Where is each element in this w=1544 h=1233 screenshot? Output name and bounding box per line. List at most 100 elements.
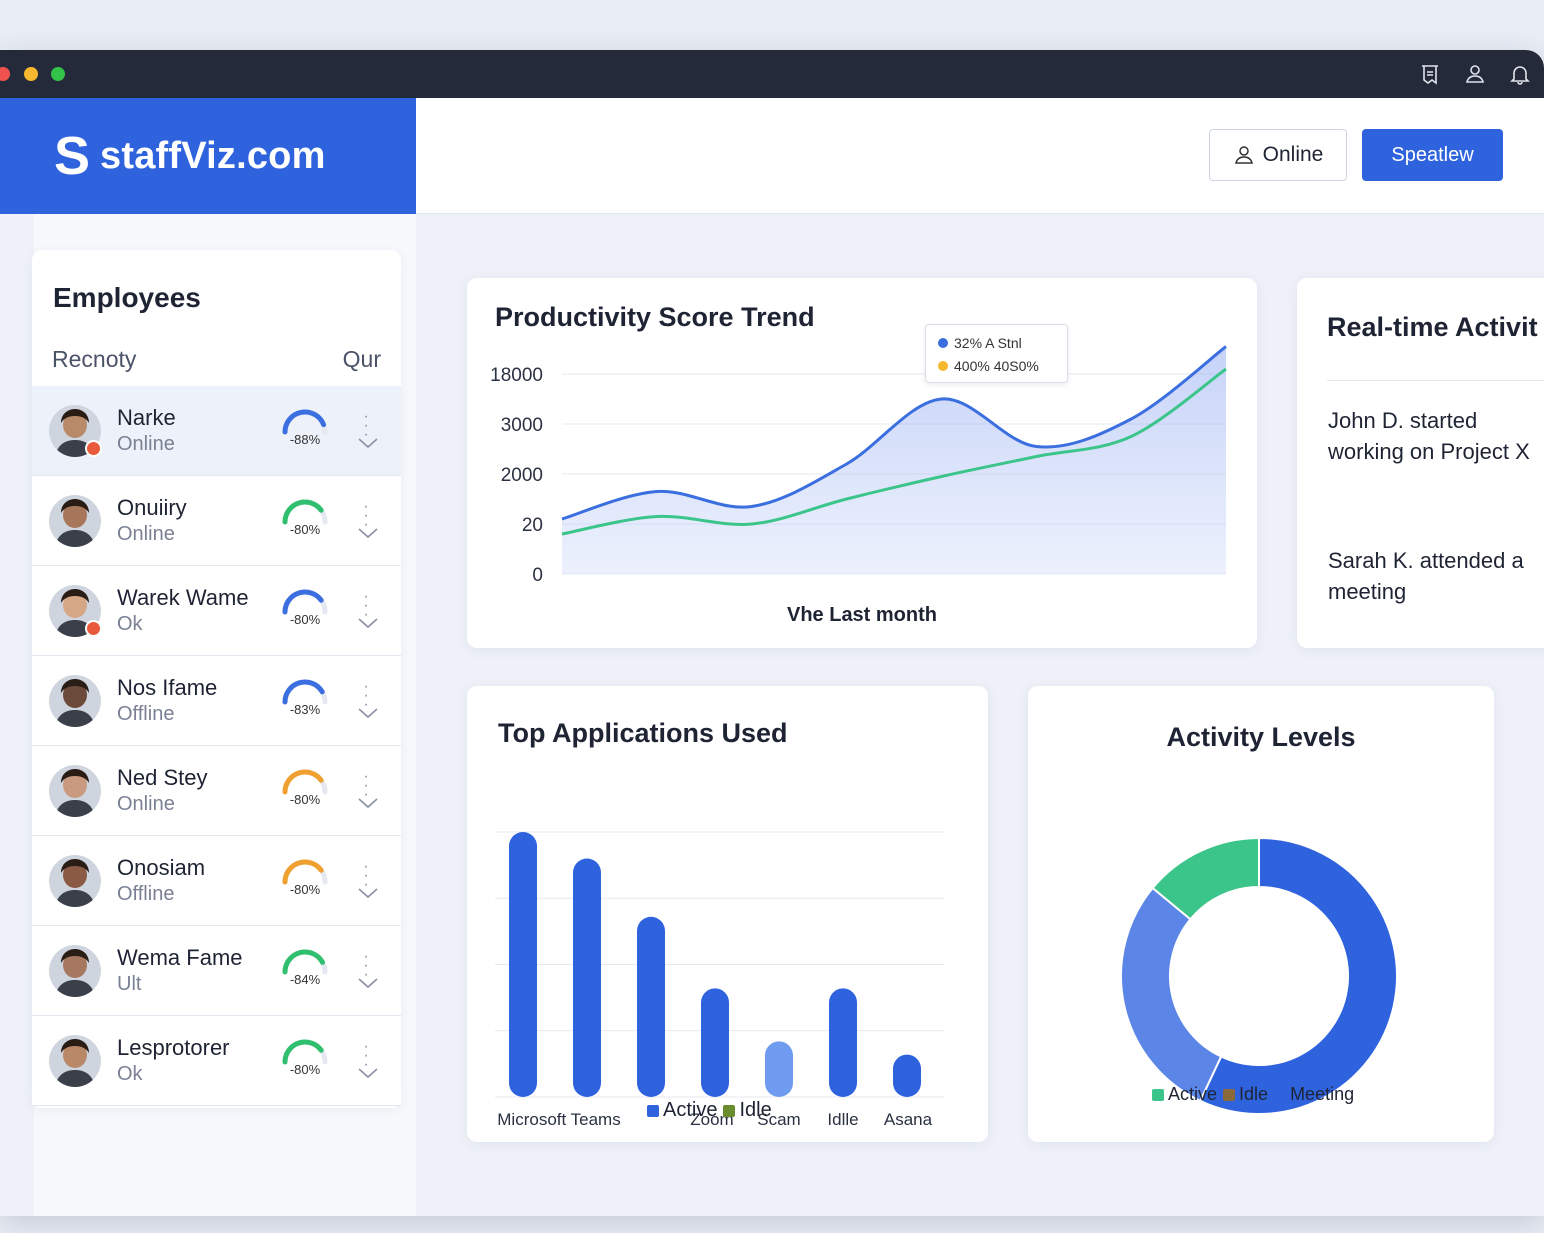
top-apps-card: Top Applications Used Microsoft Teams Zoo…: [467, 686, 988, 1142]
brand-bar: S staffViz.com: [0, 98, 416, 214]
more-options-icon[interactable]: · · ·: [362, 679, 370, 713]
gauge-value: -80%: [289, 522, 321, 537]
employees-sort-left[interactable]: Recnoty: [52, 346, 136, 373]
employee-list: Narke Online -88% · · · Onuiiry Online -…: [32, 386, 401, 1106]
more-options-icon[interactable]: · · ·: [362, 409, 370, 443]
tooltip-line-1: 32% A Stnl: [954, 335, 1022, 351]
top-header: Online Speatlew: [416, 98, 1544, 214]
y-tick-label: 3000: [501, 415, 543, 436]
productivity-gauge: -84%: [280, 948, 330, 992]
employee-row[interactable]: Narke Online -88% · · ·: [32, 386, 401, 476]
bell-icon[interactable]: [1509, 63, 1531, 85]
alert-badge-icon: [85, 440, 102, 457]
employee-row[interactable]: Nos Ifame Offline -83% · · ·: [32, 656, 401, 746]
legend-item-active: Active: [647, 1099, 717, 1122]
legend-item-idle: Idle: [1223, 1084, 1268, 1105]
gauge-value: -80%: [289, 1062, 321, 1077]
employee-name[interactable]: Wema Fame: [117, 945, 243, 971]
activity-item: John D. started working on Project X: [1328, 408, 1530, 464]
legend-item-meeting: Meeting: [1274, 1084, 1354, 1105]
bar[interactable]: [573, 858, 601, 1098]
employee-row[interactable]: Warek Wame Ok -80% · · ·: [32, 566, 401, 656]
employee-name[interactable]: Narke: [117, 405, 176, 431]
employee-row[interactable]: Onuiiry Online -80% · · ·: [32, 476, 401, 566]
employee-row[interactable]: Ned Stey Online -80% · · ·: [32, 746, 401, 836]
productivity-gauge: -88%: [280, 408, 330, 452]
title-bar: [0, 50, 1544, 98]
bar[interactable]: [765, 1041, 793, 1097]
bar[interactable]: [509, 832, 537, 1097]
employee-status: Online: [117, 793, 175, 815]
brand-logo-icon: S: [54, 126, 91, 186]
avatar[interactable]: [49, 675, 101, 727]
chevron-down-icon[interactable]: [357, 886, 379, 900]
employee-name[interactable]: Nos Ifame: [117, 675, 217, 701]
x-tick-label: Asana: [884, 1110, 933, 1129]
productivity-chart: 0 20 2000 3000 18000: [490, 345, 1227, 586]
avatar[interactable]: [49, 1035, 101, 1087]
top-apps-chart: Microsoft Teams Zoom Scam Idlle Asana: [495, 831, 944, 1129]
employee-row[interactable]: Onosiam Offline -80% · · ·: [32, 836, 401, 926]
chevron-down-icon[interactable]: [357, 436, 379, 450]
more-options-icon[interactable]: · · ·: [362, 949, 370, 983]
alert-badge-icon: [85, 620, 102, 637]
employees-panel: Employees Recnoty Qur Narke Online -88% …: [32, 250, 401, 1108]
bar[interactable]: [637, 916, 665, 1097]
employee-name[interactable]: Onosiam: [117, 855, 205, 881]
gauge-value: -80%: [289, 882, 321, 897]
user-icon[interactable]: [1464, 63, 1486, 85]
y-tick-label: 18000: [490, 365, 543, 386]
bar[interactable]: [701, 988, 729, 1097]
avatar[interactable]: [49, 945, 101, 997]
chevron-down-icon[interactable]: [357, 1066, 379, 1080]
realtime-activity-card: Real-time Activit John D. started workin…: [1297, 278, 1544, 648]
employee-name[interactable]: Warek Wame: [117, 585, 249, 611]
chevron-down-icon[interactable]: [357, 526, 379, 540]
chevron-down-icon[interactable]: [357, 796, 379, 810]
y-tick-label: 0: [532, 565, 543, 586]
donut-slice-idle[interactable]: [1120, 886, 1223, 1103]
maximize-window-dot[interactable]: [51, 67, 65, 81]
employee-row[interactable]: Lesprotorer Ok -80% · · ·: [32, 1016, 401, 1106]
productivity-gauge: -80%: [280, 1038, 330, 1082]
chevron-down-icon[interactable]: [357, 706, 379, 720]
employee-name[interactable]: Ned Stey: [117, 765, 208, 791]
more-options-icon[interactable]: · · ·: [362, 499, 370, 533]
online-status-button[interactable]: Online: [1209, 129, 1347, 181]
more-options-icon[interactable]: · · ·: [362, 769, 370, 803]
more-options-icon[interactable]: · · ·: [362, 589, 370, 623]
employee-row[interactable]: Wema Fame Ult -84% · · ·: [32, 926, 401, 1016]
apps-legend: Active Idle: [647, 1099, 772, 1122]
employee-status: Offline: [117, 883, 175, 905]
employee-status: Ok: [117, 1063, 143, 1085]
employee-status: Online: [117, 523, 175, 545]
avatar[interactable]: [49, 495, 101, 547]
activity-legend: Active Idle Meeting: [1152, 1084, 1354, 1105]
minimize-window-dot[interactable]: [24, 67, 38, 81]
gauge-value: -80%: [289, 792, 321, 807]
gauge-value: -80%: [289, 612, 321, 627]
legend-item-idle: Idle: [723, 1099, 772, 1122]
gauge-value: -83%: [289, 702, 321, 717]
x-tick-label: Idlle: [827, 1110, 858, 1129]
chevron-down-icon[interactable]: [357, 976, 379, 990]
primary-action-button[interactable]: Speatlew: [1362, 129, 1503, 181]
avatar[interactable]: [49, 765, 101, 817]
employee-name[interactable]: Lesprotorer: [117, 1035, 230, 1061]
avatar[interactable]: [49, 855, 101, 907]
employees-title: Employees: [53, 282, 201, 313]
more-options-icon[interactable]: · · ·: [362, 859, 370, 893]
employee-status: Offline: [117, 703, 175, 725]
more-options-icon[interactable]: · · ·: [362, 1039, 370, 1073]
legend-item-active: Active: [1152, 1084, 1217, 1105]
chevron-down-icon[interactable]: [357, 616, 379, 630]
productivity-card: Productivity Score Trend 0 20 2000 3000 1800…: [467, 278, 1257, 648]
brand-name[interactable]: staffViz.com: [100, 135, 326, 178]
employee-name[interactable]: Onuiiry: [117, 495, 187, 521]
realtime-title: Real-time Activit: [1327, 312, 1538, 342]
notes-icon[interactable]: [1419, 63, 1441, 85]
close-window-dot[interactable]: [0, 67, 10, 81]
bar[interactable]: [829, 988, 857, 1097]
employees-sort-right[interactable]: Qur: [343, 346, 381, 373]
bar[interactable]: [893, 1054, 921, 1097]
